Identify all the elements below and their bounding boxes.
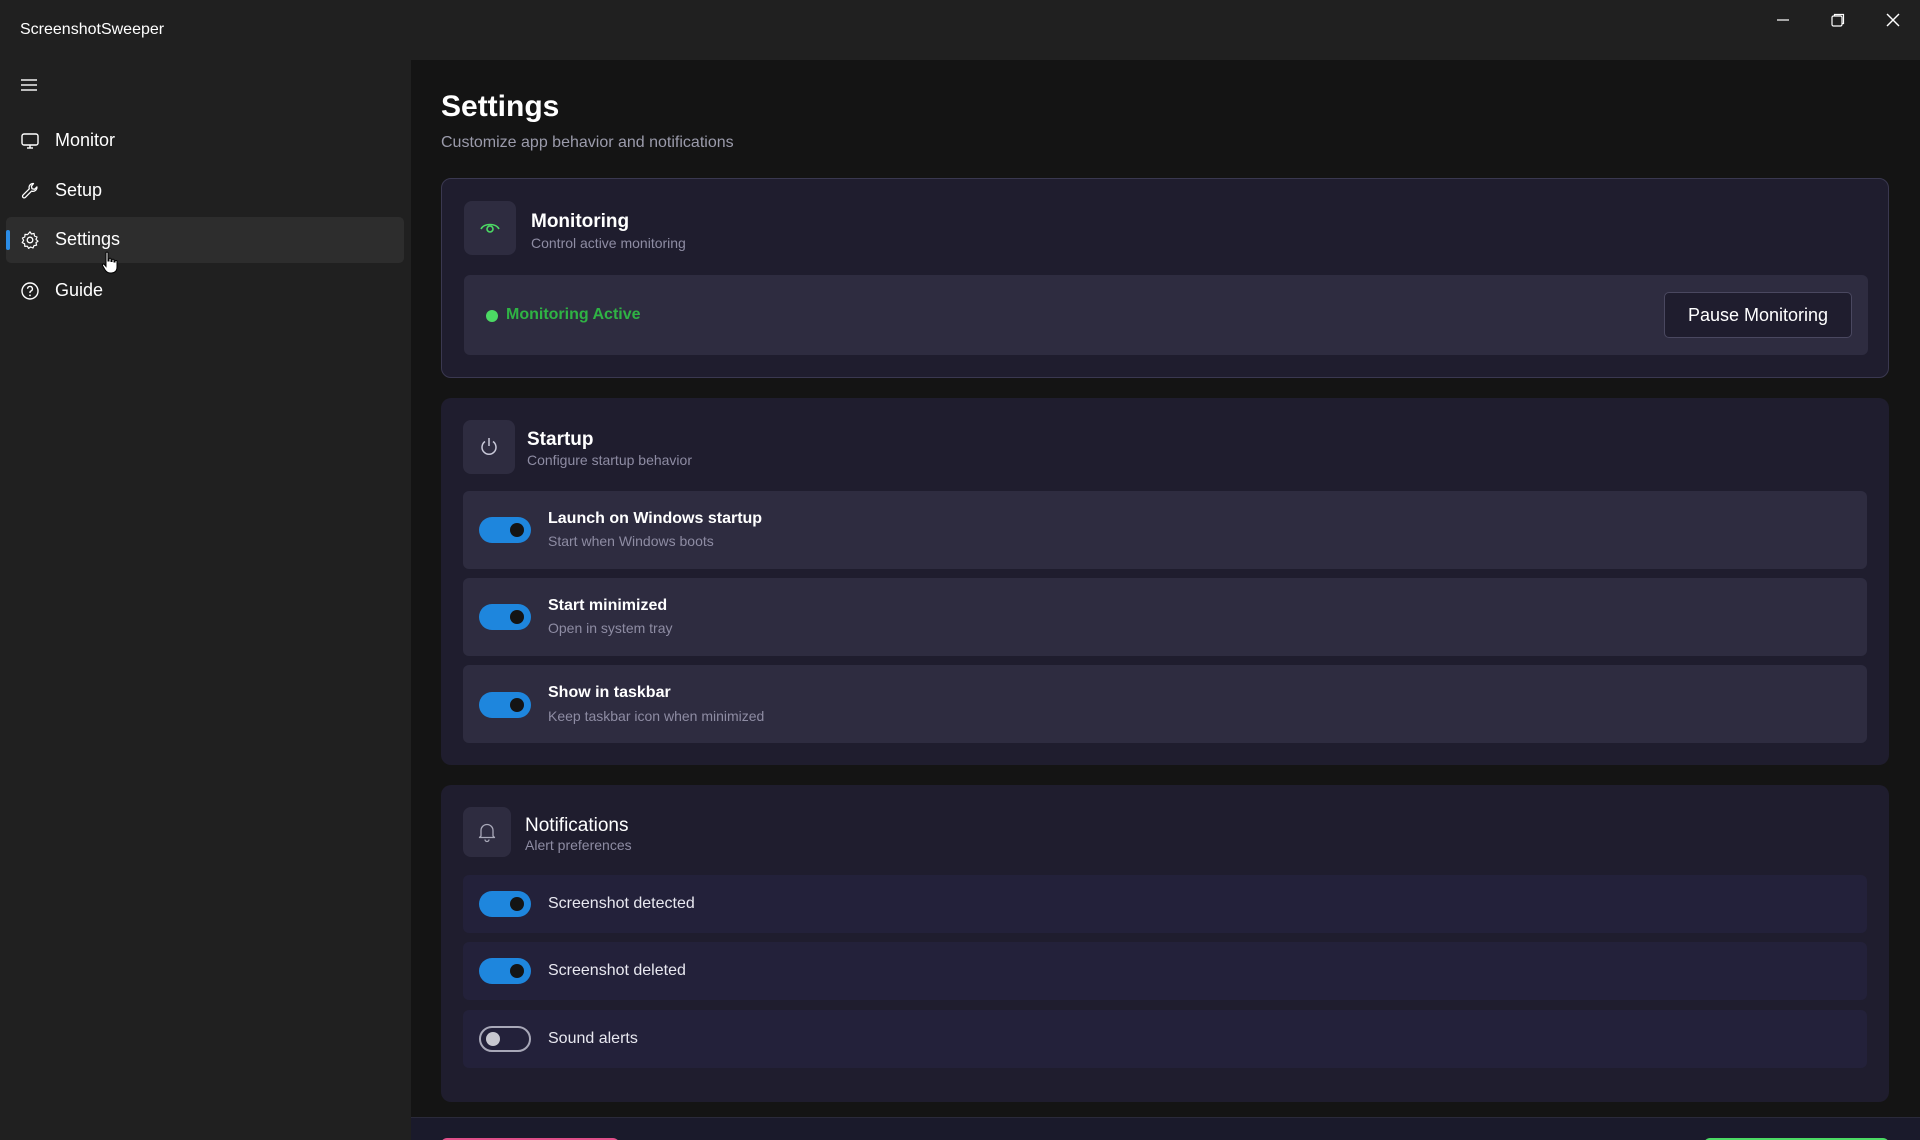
monitoring-status-row: Monitoring Active Pause Monitoring [464,275,1868,355]
startup-subtitle: Configure startup behavior [527,452,692,468]
sidebar-item-guide[interactable]: Guide [6,268,404,314]
screenshot-deleted-toggle[interactable] [479,958,531,984]
startup-icon-box [463,420,515,474]
sidebar: Monitor Setup Settings Guide [0,60,411,1140]
toggle-knob [510,610,524,624]
eye-icon [480,223,500,233]
close-icon [1886,13,1899,27]
option-label: Screenshot detected [548,895,695,912]
notification-option-deleted: Screenshot deleted [463,942,1867,1000]
hand-cursor-icon [101,251,118,274]
power-icon [481,438,497,455]
option-title: Show in taskbar [548,684,671,701]
toggle-knob [510,523,524,537]
toggle-knob [486,1032,500,1046]
bottom-action-bar [411,1117,1920,1140]
active-indicator [6,230,10,250]
monitoring-icon-box [464,201,516,255]
startup-option-taskbar: Show in taskbar Keep taskbar icon when m… [463,665,1867,743]
start-minimized-toggle[interactable] [479,604,531,630]
monitoring-title: Monitoring [531,211,630,232]
hamburger-icon [21,79,37,91]
sidebar-item-label: Guide [55,280,104,300]
option-subtitle: Keep taskbar icon when minimized [548,708,765,724]
notification-option-detected: Screenshot detected [463,875,1867,933]
pause-monitoring-button[interactable]: Pause Monitoring [1664,292,1852,338]
notification-option-sound: Sound alerts [463,1010,1867,1068]
option-label: Sound alerts [548,1030,638,1047]
option-label: Screenshot deleted [548,962,686,979]
app-title: ScreenshotSweeper [20,21,165,38]
launch-on-startup-toggle[interactable] [479,517,531,543]
notifications-subtitle: Alert preferences [525,837,632,853]
notifications-title: Notifications [525,815,629,836]
option-subtitle: Start when Windows boots [548,533,714,549]
restore-icon [1830,13,1844,27]
toggle-knob [510,897,524,911]
notifications-icon-box [463,807,511,857]
option-title: Start minimized [548,597,668,614]
show-in-taskbar-toggle[interactable] [479,692,531,718]
page-title: Settings [441,90,560,123]
startup-option-minimized: Start minimized Open in system tray [463,578,1867,656]
sound-alerts-toggle[interactable] [479,1026,531,1052]
sidebar-item-monitor[interactable]: Monitor [6,118,404,164]
monitoring-card: Monitoring Control active monitoring Mon… [441,178,1889,378]
main-content: Settings Customize app behavior and noti… [411,60,1920,1140]
status-dot [486,310,498,322]
sidebar-item-setup[interactable]: Setup [6,168,404,214]
notifications-card: Notifications Alert preferences Screensh… [441,785,1889,1102]
minimize-icon [1776,19,1789,21]
monitor-icon [21,133,39,149]
option-subtitle: Open in system tray [548,620,673,636]
monitoring-subtitle: Control active monitoring [531,235,686,251]
sidebar-item-label: Settings [55,229,121,249]
startup-option-launch: Launch on Windows startup Start when Win… [463,491,1867,569]
wrench-icon [21,182,38,199]
gear-icon [21,231,39,249]
sidebar-item-label: Monitor [55,130,116,150]
title-bar: ScreenshotSweeper [0,0,1920,60]
bell-icon [478,823,496,843]
menu-toggle-button[interactable] [16,72,42,98]
screenshot-detected-toggle[interactable] [479,891,531,917]
minimize-button[interactable] [1755,0,1810,40]
sidebar-item-label: Setup [55,180,103,200]
monitoring-status: Monitoring Active [506,306,641,323]
restore-button[interactable] [1810,0,1865,40]
page-subtitle: Customize app behavior and notifications [441,134,734,151]
toggle-knob [510,964,524,978]
startup-card: Startup Configure startup behavior Launc… [441,398,1889,765]
startup-title: Startup [527,429,594,450]
option-title: Launch on Windows startup [548,510,763,527]
close-button[interactable] [1865,0,1920,40]
toggle-knob [510,698,524,712]
help-circle-icon [21,282,39,300]
sidebar-item-settings[interactable]: Settings [6,217,404,263]
